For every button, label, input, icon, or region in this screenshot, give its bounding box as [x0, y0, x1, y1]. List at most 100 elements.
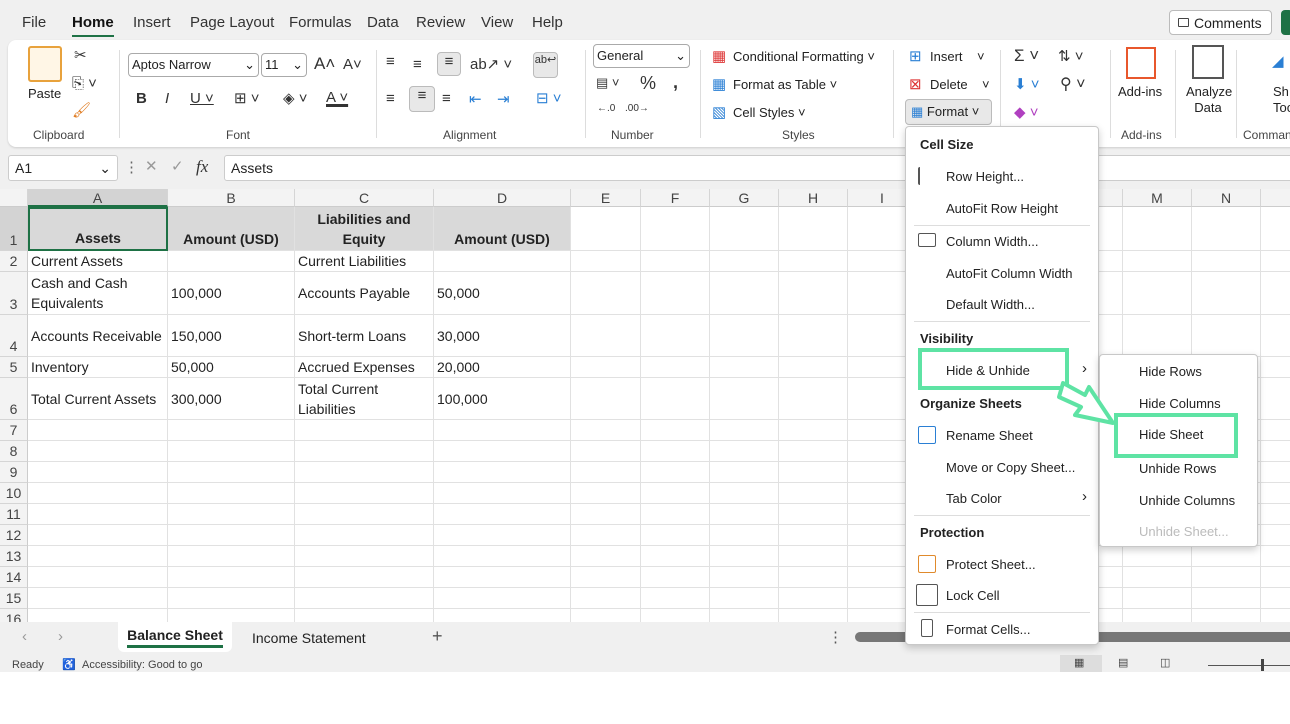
- cell-styles-button[interactable]: Cell Styles ˅: [733, 105, 806, 120]
- menu-rename-sheet[interactable]: Rename Sheet: [946, 428, 1033, 443]
- menu-autofit-row-height[interactable]: AutoFit Row Height: [946, 201, 1058, 216]
- more-options-icon[interactable]: ⋮: [124, 158, 139, 176]
- analyze-data-icon[interactable]: [1192, 45, 1224, 79]
- submenu-hide-columns[interactable]: Hide Columns: [1139, 396, 1221, 411]
- decrease-indent-icon[interactable]: ⇤: [469, 90, 482, 108]
- cell-a1[interactable]: Assets: [28, 207, 168, 251]
- copy-icon[interactable]: ⎘ ˅: [72, 75, 97, 92]
- more-icon[interactable]: ⋮: [828, 628, 843, 646]
- bold-icon[interactable]: B: [136, 90, 147, 107]
- add-ins-button[interactable]: Add-ins: [1118, 84, 1162, 99]
- tab-page-layout[interactable]: Page Layout: [190, 14, 274, 31]
- tab-file[interactable]: File: [22, 14, 46, 31]
- increase-indent-icon[interactable]: ⇥: [497, 90, 510, 108]
- menu-lock-cell[interactable]: Lock Cell: [946, 588, 999, 603]
- row-header-6[interactable]: 6: [0, 378, 28, 420]
- show-tools-icon[interactable]: ◢: [1272, 52, 1284, 70]
- font-size-select[interactable]: 11⌄: [261, 53, 307, 77]
- row-header-12[interactable]: 12: [0, 525, 28, 546]
- tab-review[interactable]: Review: [416, 14, 465, 31]
- column-header-f[interactable]: F: [641, 189, 710, 207]
- find-select-icon[interactable]: ⚲ ˅: [1060, 74, 1086, 94]
- increase-decimal-icon[interactable]: ←.0: [597, 103, 615, 114]
- menu-protect-sheet[interactable]: Protect Sheet...: [946, 557, 1036, 572]
- zoom-slider-thumb[interactable]: [1261, 659, 1264, 671]
- cancel-icon[interactable]: ✕: [145, 157, 158, 175]
- cell-c1[interactable]: Liabilities and Equity: [295, 207, 434, 251]
- paste-button[interactable]: Paste: [28, 86, 61, 101]
- formula-input[interactable]: Assets: [224, 155, 1290, 181]
- cell-c5[interactable]: Accrued Expenses: [295, 357, 434, 378]
- tab-insert[interactable]: Insert: [133, 14, 171, 31]
- share-button[interactable]: [1281, 10, 1290, 35]
- menu-move-copy-sheet[interactable]: Move or Copy Sheet...: [946, 460, 1075, 475]
- row-header-14[interactable]: 14: [0, 567, 28, 588]
- enter-icon[interactable]: ✓: [171, 157, 184, 175]
- tab-home[interactable]: Home: [72, 14, 114, 31]
- align-top-icon[interactable]: ≡: [386, 53, 395, 70]
- align-right-icon[interactable]: ≡: [442, 90, 451, 107]
- format-painter-icon[interactable]: 🖌: [72, 101, 91, 119]
- cell-d3[interactable]: 50,000: [434, 272, 571, 315]
- cell-a2[interactable]: Current Assets: [28, 251, 168, 272]
- underline-icon[interactable]: U ˅: [190, 90, 214, 107]
- row-header-11[interactable]: 11: [0, 504, 28, 525]
- chevron-left-icon[interactable]: ‹: [22, 628, 27, 645]
- menu-tab-color[interactable]: Tab Color: [946, 491, 1002, 506]
- row-header-1[interactable]: 1: [0, 207, 28, 251]
- add-ins-icon[interactable]: [1126, 47, 1156, 79]
- page-layout-view-icon[interactable]: ▤: [1118, 656, 1128, 669]
- column-header-c[interactable]: C: [295, 189, 434, 207]
- row-header-15[interactable]: 15: [0, 588, 28, 609]
- accessibility-status[interactable]: Accessibility: Good to go: [82, 659, 202, 671]
- format-as-table-button[interactable]: Format as Table ˅: [733, 77, 837, 92]
- cell-b4[interactable]: 150,000: [168, 315, 295, 357]
- insert-cells-button[interactable]: Insert ˅: [930, 49, 985, 64]
- cell-c2[interactable]: Current Liabilities: [295, 251, 434, 272]
- align-left-icon[interactable]: ≡: [386, 90, 395, 107]
- orientation-icon[interactable]: ab↗ ˅: [470, 55, 512, 73]
- tab-help[interactable]: Help: [532, 14, 563, 31]
- cell-a3[interactable]: Cash and Cash Equivalents: [28, 272, 168, 315]
- decrease-decimal-icon[interactable]: .00→: [625, 103, 649, 114]
- cell-a5[interactable]: Inventory: [28, 357, 168, 378]
- percent-icon[interactable]: %: [640, 73, 656, 94]
- row-header-13[interactable]: 13: [0, 546, 28, 567]
- menu-default-width[interactable]: Default Width...: [946, 297, 1035, 312]
- font-name-select[interactable]: Aptos Narrow⌄: [128, 53, 259, 77]
- conditional-formatting-button[interactable]: Conditional Formatting ˅: [733, 49, 875, 64]
- align-middle-icon[interactable]: ≡: [413, 56, 422, 73]
- insert-function-icon[interactable]: fx: [196, 157, 208, 177]
- column-header-m[interactable]: M: [1123, 189, 1192, 207]
- tab-view[interactable]: View: [481, 14, 513, 31]
- analyze-data-button[interactable]: AnalyzeData: [1186, 84, 1230, 116]
- cell-d6[interactable]: 100,000: [434, 378, 571, 420]
- cell-b1[interactable]: Amount (USD): [168, 207, 295, 251]
- row-header-4[interactable]: 4: [0, 315, 28, 357]
- column-header-a[interactable]: A: [28, 189, 168, 207]
- cell-a4[interactable]: Accounts Receivable: [28, 315, 168, 357]
- sheet-tab-balance-sheet[interactable]: Balance Sheet: [118, 622, 232, 652]
- page-break-view-icon[interactable]: ◫: [1160, 656, 1170, 669]
- row-header-8[interactable]: 8: [0, 441, 28, 462]
- chevron-right-icon[interactable]: ›: [58, 628, 63, 645]
- show-tools-button[interactable]: ShTool: [1273, 84, 1290, 116]
- sort-filter-icon[interactable]: ⇅ ˅: [1058, 47, 1084, 65]
- tab-data[interactable]: Data: [367, 14, 399, 31]
- sheet-tab-income-statement[interactable]: Income Statement: [252, 630, 366, 646]
- clear-icon[interactable]: ◆ ˅: [1014, 103, 1038, 121]
- cell-d5[interactable]: 20,000: [434, 357, 571, 378]
- cell-a6[interactable]: Total Current Assets: [28, 378, 168, 420]
- column-header-g[interactable]: G: [710, 189, 779, 207]
- comma-style-icon[interactable]: ,: [673, 72, 678, 93]
- column-header-e[interactable]: E: [571, 189, 641, 207]
- increase-font-icon[interactable]: A˄: [314, 54, 335, 74]
- row-header-5[interactable]: 5: [0, 357, 28, 378]
- menu-format-cells[interactable]: Format Cells...: [946, 622, 1031, 637]
- column-header-b[interactable]: B: [168, 189, 295, 207]
- wrap-text-icon[interactable]: ab↩: [533, 52, 558, 78]
- menu-autofit-column-width[interactable]: AutoFit Column Width: [946, 266, 1072, 281]
- fill-icon[interactable]: ⬇ ˅: [1014, 75, 1040, 93]
- row-header-9[interactable]: 9: [0, 462, 28, 483]
- merge-center-icon[interactable]: ⊟ ˅: [536, 89, 562, 107]
